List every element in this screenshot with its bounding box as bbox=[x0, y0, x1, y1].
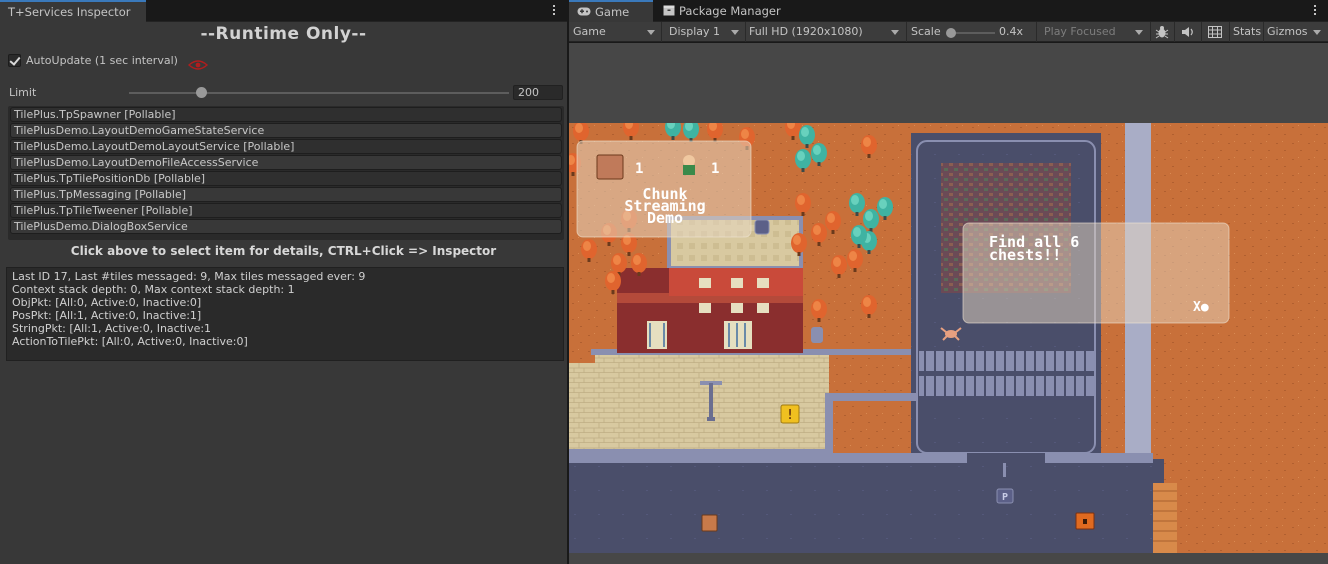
limit-slider-handle[interactable] bbox=[196, 87, 207, 98]
tab-game[interactable]: Game bbox=[569, 0, 653, 22]
runtime-only-heading: --Runtime Only-- bbox=[200, 24, 367, 44]
service-item[interactable]: TilePlusDemo.LayoutDemoGameStateService bbox=[10, 123, 562, 138]
chest-sprite bbox=[701, 514, 718, 532]
inspector-body: --Runtime Only-- AutoUpdate (1 sec inter… bbox=[0, 22, 567, 564]
selection-hint: Click above to select item for details, … bbox=[70, 244, 497, 258]
game-mode-label: Game bbox=[573, 25, 606, 38]
game-window: Game Package Manager Game Display 1 Full… bbox=[569, 0, 1328, 564]
message-overlay: Find all 6 chests!! X● bbox=[962, 222, 1230, 324]
detail-line: ActionToTilePkt: [All:0, Active:0, Inact… bbox=[12, 335, 248, 348]
play-focus-label: Play Focused bbox=[1044, 25, 1116, 38]
message-line: chests!! bbox=[989, 246, 1061, 264]
game-toolbar: Game Display 1 Full HD (1920x1080) Scale… bbox=[569, 22, 1328, 42]
game-mode-dropdown[interactable]: Game bbox=[573, 22, 659, 42]
service-item[interactable]: TilePlus.TpTilePositionDb [Pollable] bbox=[10, 171, 562, 186]
service-item[interactable]: TilePlus.TpMessaging [Pollable] bbox=[10, 187, 562, 202]
details-box: Last ID 17, Last #tiles messaged: 9, Max… bbox=[6, 267, 564, 361]
display-label: Display 1 bbox=[669, 25, 721, 38]
title-line: Demo bbox=[647, 209, 683, 227]
detail-line: StringPkt: [All:1, Active:0, Inactive:1 bbox=[12, 322, 212, 335]
resolution-dropdown[interactable]: Full HD (1920x1080) bbox=[749, 22, 903, 42]
left-tab-bar: T+Services Inspector bbox=[0, 0, 567, 22]
detail-line: PosPkt: [All:1, Active:0, Inactive:1] bbox=[12, 309, 202, 322]
services-inspector-panel: T+Services Inspector --Runtime Only-- Au… bbox=[0, 0, 567, 564]
gizmos-dropdown[interactable]: Gizmos bbox=[1267, 22, 1325, 42]
bug-icon[interactable] bbox=[1155, 25, 1169, 39]
player-counter: 1 bbox=[711, 161, 719, 177]
right-tab-bar: Game Package Manager bbox=[569, 0, 1328, 22]
close-message-button[interactable]: X● bbox=[1193, 300, 1209, 315]
stats-button[interactable]: Stats bbox=[1233, 22, 1261, 42]
detail-line: ObjPkt: [All:0, Active:0, Inactive:0] bbox=[12, 296, 202, 309]
service-item[interactable]: TilePlusDemo.LayoutDemoFileAccessService bbox=[10, 155, 562, 170]
grid-icon[interactable] bbox=[1208, 26, 1222, 38]
tab-game-label: Game bbox=[595, 5, 630, 19]
resolution-label: Full HD (1920x1080) bbox=[749, 25, 863, 38]
package-icon bbox=[663, 5, 675, 16]
detail-line: Context stack depth: 0, Max context stac… bbox=[12, 283, 295, 296]
kebab-menu-icon[interactable] bbox=[1310, 4, 1320, 18]
kebab-menu-icon[interactable] bbox=[549, 4, 559, 18]
eye-icon[interactable] bbox=[188, 59, 208, 71]
autoupdate-checkbox[interactable] bbox=[8, 54, 21, 67]
scale-label: Scale bbox=[911, 25, 941, 38]
tab-package-manager[interactable]: Package Manager bbox=[655, 0, 781, 22]
tab-package-manager-label: Package Manager bbox=[679, 4, 781, 18]
game-scene[interactable]: P ! 1 1 Chunk Streaming Demo Find all 6 … bbox=[569, 123, 1328, 553]
limit-label: Limit bbox=[9, 86, 37, 99]
gamepad-icon bbox=[577, 7, 591, 16]
limit-value-field[interactable]: 200 bbox=[513, 85, 563, 100]
game-viewport[interactable]: P ! 1 1 Chunk Streaming Demo Find all 6 … bbox=[569, 43, 1328, 564]
title-overlay: 1 1 Chunk Streaming Demo bbox=[576, 140, 752, 238]
service-item[interactable]: TilePlus.TpSpawner [Pollable] bbox=[10, 107, 562, 122]
scale-slider-handle[interactable] bbox=[946, 28, 956, 38]
service-item[interactable]: TilePlusDemo.LayoutDemoLayoutService [Po… bbox=[10, 139, 562, 154]
tab-services-inspector[interactable]: T+Services Inspector bbox=[0, 0, 146, 22]
alert-sign: ! bbox=[786, 408, 794, 423]
service-item[interactable]: TilePlusDemo.DialogBoxService bbox=[10, 219, 562, 234]
limit-slider-track[interactable] bbox=[129, 92, 509, 94]
autoupdate-label: AutoUpdate (1 sec interval) bbox=[26, 54, 178, 67]
chest-counter: 1 bbox=[635, 161, 643, 177]
gizmos-label: Gizmos bbox=[1267, 25, 1308, 38]
detail-line: Last ID 17, Last #tiles messaged: 9, Max… bbox=[12, 270, 366, 283]
play-focus-dropdown[interactable]: Play Focused bbox=[1039, 22, 1147, 42]
service-item[interactable]: TilePlus.TpTileTweener [Pollable] bbox=[10, 203, 562, 218]
parking-sign: P bbox=[1002, 492, 1008, 503]
display-dropdown[interactable]: Display 1 bbox=[669, 22, 743, 42]
audio-mute-icon[interactable] bbox=[1181, 26, 1195, 38]
scale-value: 0.4x bbox=[999, 25, 1024, 38]
service-list: TilePlus.TpSpawner [Pollable] TilePlusDe… bbox=[8, 106, 564, 240]
